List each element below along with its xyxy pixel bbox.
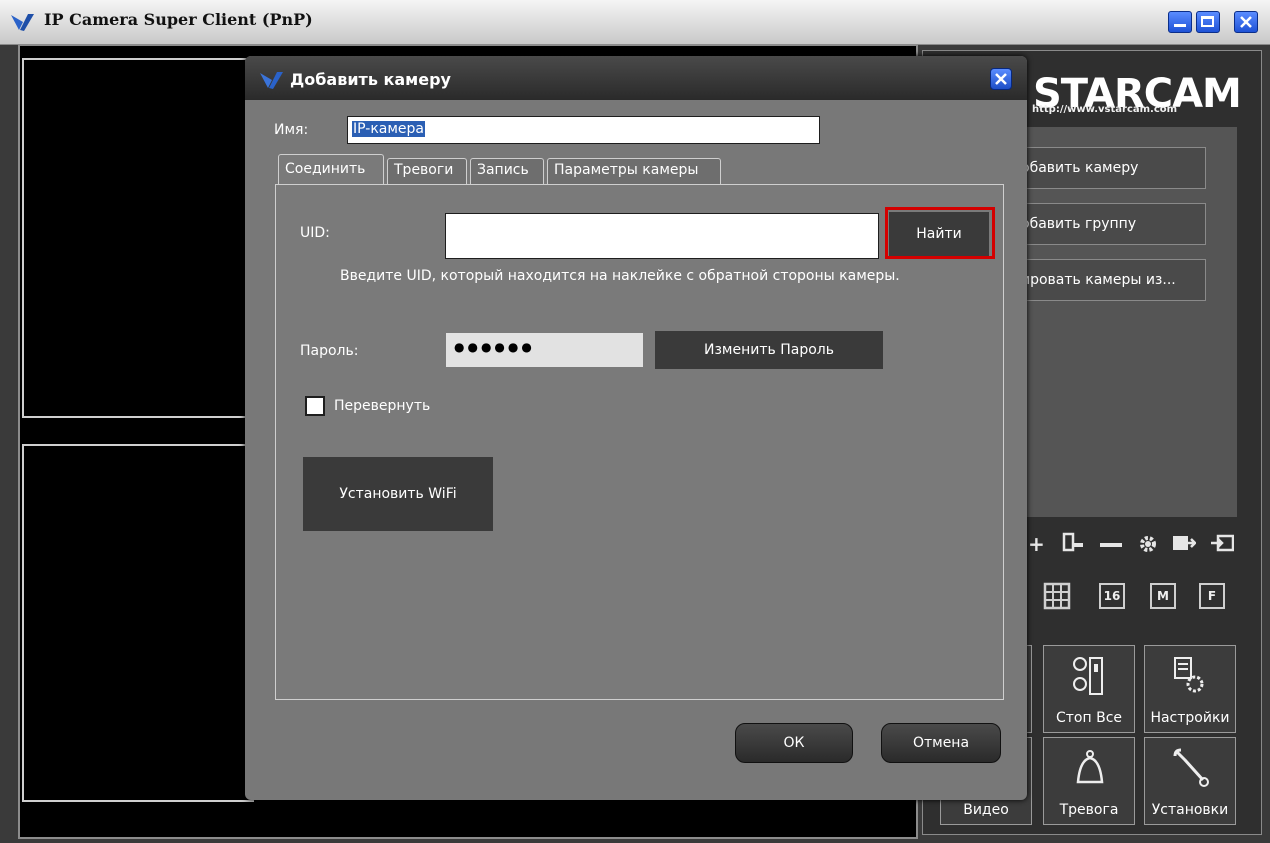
brand-url: http://www.vstarcam.com xyxy=(1032,104,1178,115)
stop-all-icon xyxy=(1073,657,1103,695)
ok-button[interactable]: ОК xyxy=(735,723,853,763)
close-button[interactable] xyxy=(1234,11,1258,33)
find-button[interactable]: Найти xyxy=(889,212,989,256)
grid-layout-icon[interactable] xyxy=(1042,581,1072,611)
wrench-icon xyxy=(1173,748,1209,787)
stop-all-button[interactable]: Стоп Все xyxy=(1043,645,1135,733)
change-password-button[interactable]: Изменить Пароль xyxy=(655,331,883,369)
tab-record[interactable]: Запись xyxy=(470,158,544,184)
video-pane-2[interactable] xyxy=(22,444,254,802)
uid-hint: Введите UID, который находится на наклей… xyxy=(340,268,900,284)
uid-label: UID: xyxy=(300,225,330,241)
layout-m-button[interactable]: M xyxy=(1150,583,1176,609)
dialog-logo-icon xyxy=(260,72,283,89)
tab-camera-params[interactable]: Параметры камеры xyxy=(547,158,721,184)
dialog-title: Добавить камеру xyxy=(290,70,451,89)
title-bar: IP Camera Super Client (PnP) xyxy=(0,0,1270,45)
alarm-label: Тревога xyxy=(1059,802,1119,818)
setup-label: Установки xyxy=(1151,802,1229,818)
layout-16-button[interactable]: 16 xyxy=(1099,583,1125,609)
add-camera-button[interactable]: обавить камеру xyxy=(1000,147,1206,189)
import-icon[interactable] xyxy=(1210,534,1234,552)
import-cameras-label: ировать камеры из... xyxy=(1021,272,1176,288)
name-label: Имя: xyxy=(274,122,309,138)
settings-icon xyxy=(1174,657,1204,693)
tab-alarms[interactable]: Тревоги xyxy=(387,158,467,184)
export-icon[interactable] xyxy=(1172,534,1196,552)
name-input[interactable]: IP-камера xyxy=(347,116,820,144)
setup-button[interactable]: Установки xyxy=(1144,737,1236,825)
bell-icon xyxy=(1076,750,1104,784)
remove-icon[interactable] xyxy=(1100,543,1122,547)
tab-connect-label: Соединить xyxy=(285,161,366,177)
app-window: IP Camera Super Client (PnP) STARCAM htt… xyxy=(0,0,1270,843)
edit-camera-icon[interactable] xyxy=(1062,532,1084,554)
alarm-button[interactable]: Тревога xyxy=(1043,737,1135,825)
app-title: IP Camera Super Client (PnP) xyxy=(44,10,313,29)
add-icon[interactable]: + xyxy=(1028,534,1045,554)
name-input-value: IP-камера xyxy=(352,121,425,137)
import-cameras-button[interactable]: ировать камеры из... xyxy=(1000,259,1206,301)
dialog-title-bar: Добавить камеру xyxy=(245,56,1027,100)
video-pane-1[interactable] xyxy=(22,58,254,418)
cancel-button[interactable]: Отмена xyxy=(881,723,1001,763)
close-icon xyxy=(1240,16,1252,28)
tab-record-label: Запись xyxy=(477,162,529,178)
password-label: Пароль: xyxy=(300,343,359,359)
video-label: Видео xyxy=(963,802,1009,818)
set-wifi-button[interactable]: Установить WiFi xyxy=(303,457,493,531)
uid-input[interactable] xyxy=(445,213,879,259)
tab-alarms-label: Тревоги xyxy=(394,162,454,178)
add-group-button[interactable]: обавить группу xyxy=(1000,203,1206,245)
tab-camera-params-label: Параметры камеры xyxy=(554,162,699,178)
flip-checkbox[interactable] xyxy=(305,396,325,416)
app-logo-icon xyxy=(11,14,34,31)
password-input[interactable]: ●●●●●● xyxy=(446,333,643,367)
close-icon xyxy=(995,73,1007,85)
stop-all-label: Стоп Все xyxy=(1055,710,1122,726)
add-group-label: обавить группу xyxy=(1021,216,1137,232)
gear-icon[interactable] xyxy=(1138,534,1158,554)
dialog-close-button[interactable] xyxy=(990,68,1012,90)
flip-label: Перевернуть xyxy=(334,398,431,414)
tab-content-connect xyxy=(275,184,1004,700)
maximize-button[interactable] xyxy=(1196,11,1220,33)
settings-label: Настройки xyxy=(1150,710,1230,726)
tab-connect[interactable]: Соединить xyxy=(278,154,384,186)
minimize-button[interactable] xyxy=(1168,11,1192,33)
layout-f-button[interactable]: F xyxy=(1199,583,1225,609)
add-camera-label: обавить камеру xyxy=(1021,160,1139,176)
settings-button[interactable]: Настройки xyxy=(1144,645,1236,733)
